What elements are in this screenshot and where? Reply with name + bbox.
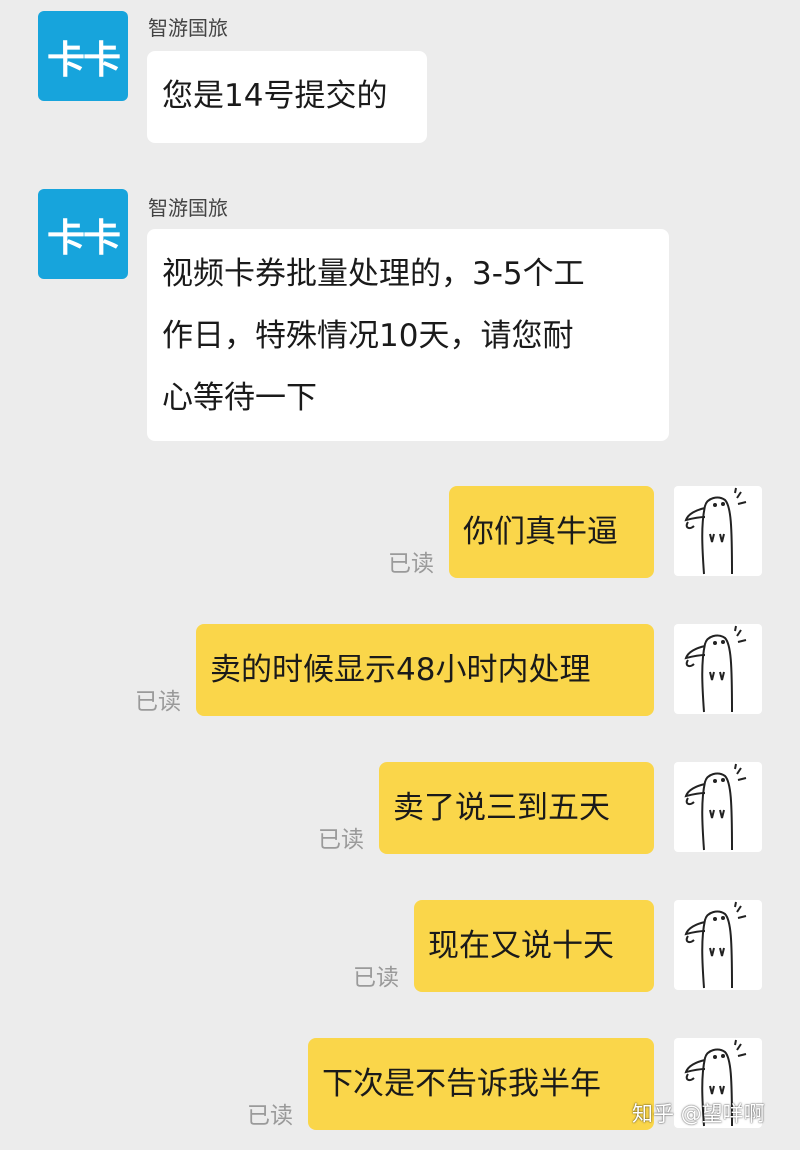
- incoming-bubble[interactable]: 视频卡券批量处理的，3-5个工 作日，特殊情况10天，请您耐 心等待一下: [147, 229, 669, 441]
- sketch-character-icon: [684, 763, 747, 851]
- message-line: 视频卡券批量处理的，3-5个工: [162, 256, 585, 292]
- outgoing-bubble[interactable]: 卖了说三到五天: [379, 762, 654, 854]
- incoming-bubble[interactable]: 您是14号提交的: [147, 51, 427, 143]
- outgoing-message: 已读 卖的时候显示48小时内处理: [0, 624, 800, 720]
- outgoing-bubble[interactable]: 现在又说十天: [414, 900, 654, 992]
- user-avatar[interactable]: [674, 486, 762, 576]
- sender-name: 智游国旅: [148, 16, 228, 40]
- read-status: 已读: [135, 689, 181, 715]
- user-avatar[interactable]: [674, 762, 762, 852]
- outgoing-bubble[interactable]: 你们真牛逼: [449, 486, 654, 578]
- outgoing-message: 已读 你们真牛逼: [0, 486, 800, 582]
- sketch-character-icon: [684, 901, 747, 989]
- sketch-character-icon: [684, 487, 747, 575]
- shop-avatar-text: 卡卡: [46, 37, 121, 82]
- sender-name: 智游国旅: [148, 196, 228, 220]
- user-avatar[interactable]: [674, 624, 762, 714]
- incoming-message: 卡卡 智游国旅 视频卡券批量处理的，3-5个工 作日，特殊情况10天，请您耐 心…: [0, 180, 800, 445]
- sketch-character-icon: [684, 625, 747, 713]
- incoming-message: 卡卡 智游国旅 您是14号提交的: [0, 0, 800, 150]
- watermark: 知乎 @望咩啊: [632, 1102, 765, 1126]
- outgoing-bubble[interactable]: 下次是不告诉我半年: [308, 1038, 654, 1130]
- read-status: 已读: [247, 1103, 293, 1129]
- shop-avatar[interactable]: 卡卡: [38, 189, 128, 279]
- read-status: 已读: [353, 965, 399, 991]
- outgoing-bubble[interactable]: 卖的时候显示48小时内处理: [196, 624, 654, 716]
- user-avatar[interactable]: [674, 900, 762, 990]
- message-line: 作日，特殊情况10天，请您耐: [162, 318, 574, 354]
- shop-avatar-text: 卡卡: [46, 215, 121, 260]
- shop-avatar[interactable]: 卡卡: [38, 11, 128, 101]
- read-status: 已读: [388, 551, 434, 577]
- outgoing-message: 已读 现在又说十天: [0, 900, 800, 996]
- message-line: 心等待一下: [162, 380, 317, 416]
- read-status: 已读: [318, 827, 364, 853]
- chat-screen: { "incoming": [ { "avatar_text": "卡卡", "…: [0, 0, 800, 1150]
- outgoing-message: 已读 卖了说三到五天: [0, 762, 800, 858]
